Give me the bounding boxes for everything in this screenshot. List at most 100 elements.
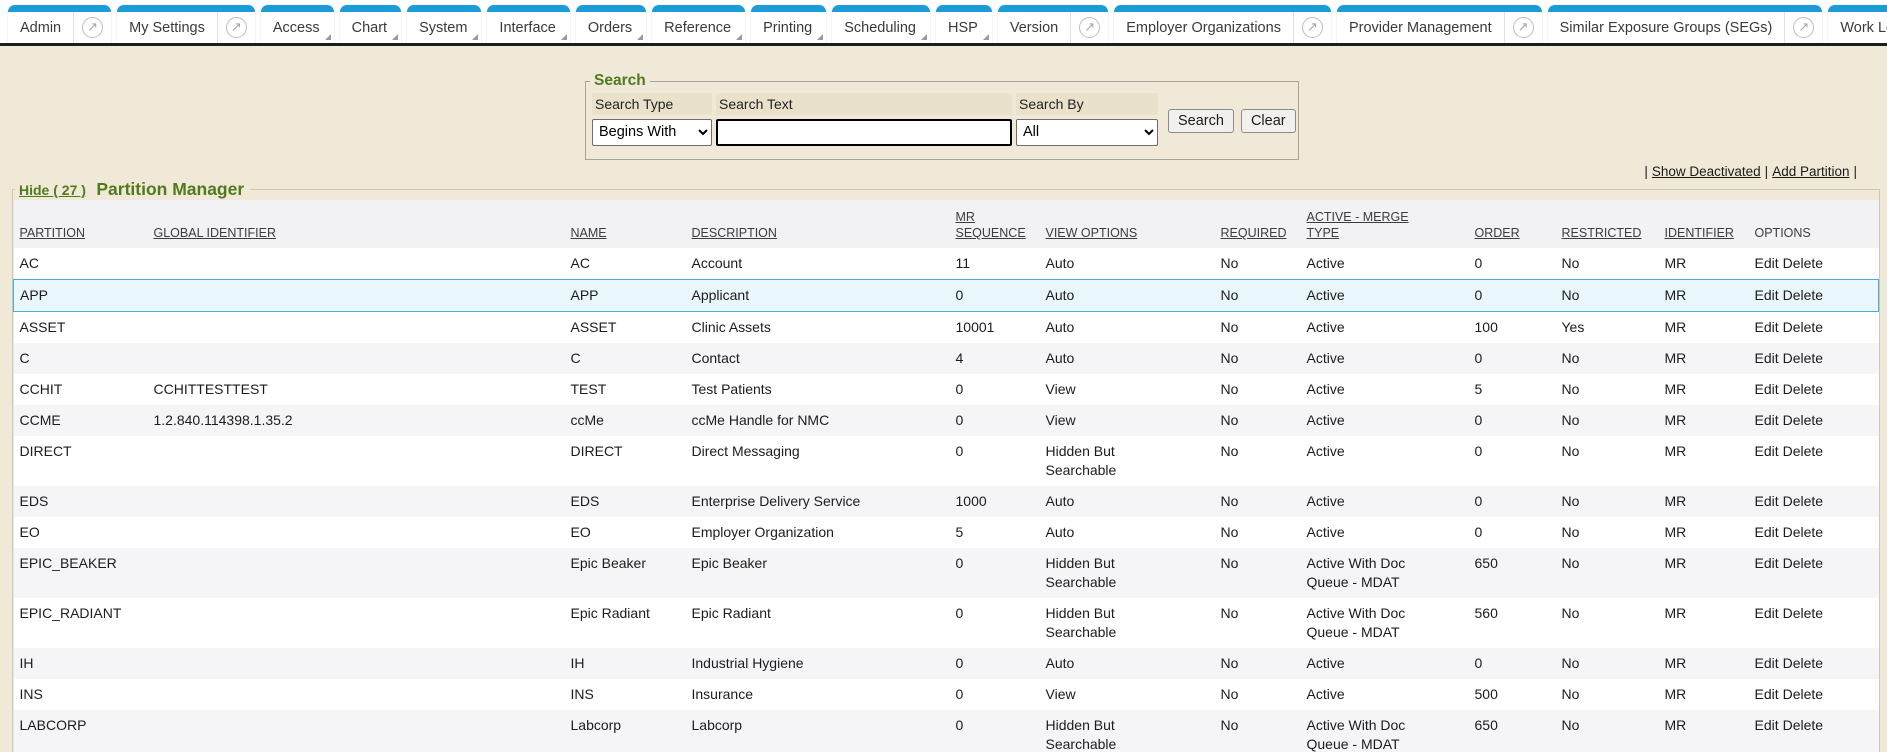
search-type-select[interactable]: Begins With bbox=[592, 119, 712, 146]
column-header-partition[interactable]: PARTITION bbox=[14, 200, 152, 248]
clear-button[interactable]: Clear bbox=[1241, 109, 1296, 133]
column-header-restricted[interactable]: RESTRICTED bbox=[1560, 200, 1663, 248]
column-header-global-identifier[interactable]: GLOBAL IDENTIFIER bbox=[152, 200, 569, 248]
open-popup-button[interactable]: ↗ bbox=[1784, 12, 1822, 43]
cell-partition: EPIC_BEAKER bbox=[14, 548, 152, 598]
table-row-ccme[interactable]: CCME1.2.840.114398.1.35.2ccMeccMe Handle… bbox=[14, 405, 1879, 436]
column-header-order[interactable]: ORDER bbox=[1473, 200, 1560, 248]
edit-link[interactable]: Edit bbox=[1755, 686, 1779, 702]
edit-link[interactable]: Edit bbox=[1755, 605, 1779, 621]
cell-text: No bbox=[1221, 605, 1239, 621]
cell-mr_sequence: 0 bbox=[954, 710, 1044, 752]
open-popup-button[interactable]: ↗ bbox=[217, 12, 255, 43]
tab-provider-management[interactable]: Provider Management↗ bbox=[1337, 5, 1542, 43]
table-row-direct[interactable]: DIRECTDIRECTDirect Messaging0Hidden But … bbox=[14, 436, 1879, 486]
edit-link[interactable]: Edit bbox=[1755, 381, 1779, 397]
search-by-select[interactable]: All bbox=[1016, 119, 1158, 146]
table-row-ih[interactable]: IHIHIndustrial Hygiene0AutoNoActive0NoMR… bbox=[14, 648, 1879, 679]
edit-link[interactable]: Edit bbox=[1755, 524, 1779, 540]
tab-printing[interactable]: Printing bbox=[751, 5, 826, 43]
cell-required: No bbox=[1219, 517, 1305, 548]
open-popup-button[interactable]: ↗ bbox=[1293, 12, 1331, 43]
tab-hsp[interactable]: HSP bbox=[936, 5, 992, 43]
column-header-active-merge-type[interactable]: ACTIVE - MERGE TYPE bbox=[1305, 200, 1473, 248]
tab-access[interactable]: Access bbox=[261, 5, 334, 43]
delete-link[interactable]: Delete bbox=[1783, 350, 1823, 366]
delete-link[interactable]: Delete bbox=[1783, 319, 1823, 335]
table-row-epic-radiant[interactable]: EPIC_RADIANTEpic RadiantEpic Radiant0Hid… bbox=[14, 598, 1879, 648]
delete-link[interactable]: Delete bbox=[1783, 717, 1823, 733]
cell-partition: EO bbox=[14, 517, 152, 548]
delete-link[interactable]: Delete bbox=[1783, 493, 1823, 509]
edit-link[interactable]: Edit bbox=[1755, 443, 1779, 459]
delete-link[interactable]: Delete bbox=[1783, 381, 1823, 397]
show-deactivated-link[interactable]: Show Deactivated bbox=[1652, 164, 1761, 179]
delete-link[interactable]: Delete bbox=[1783, 255, 1823, 271]
edit-link[interactable]: Edit bbox=[1755, 319, 1779, 335]
tab-admin[interactable]: Admin↗ bbox=[8, 5, 111, 43]
cell-text: MR bbox=[1665, 605, 1687, 621]
table-row-asset[interactable]: ASSETASSETClinic Assets10001AutoNoActive… bbox=[14, 312, 1879, 344]
table-row-labcorp[interactable]: LABCORPLabcorpLabcorp0Hidden But Searcha… bbox=[14, 710, 1879, 752]
tab-my-settings[interactable]: My Settings↗ bbox=[117, 5, 255, 43]
cell-text: Hidden But Searchable bbox=[1046, 716, 1151, 752]
open-popup-button[interactable]: ↗ bbox=[1504, 12, 1542, 43]
cell-text: MR bbox=[1665, 319, 1687, 335]
table-row-epic-beaker[interactable]: EPIC_BEAKEREpic BeakerEpic Beaker0Hidden… bbox=[14, 548, 1879, 598]
delete-link[interactable]: Delete bbox=[1783, 655, 1823, 671]
cell-text: 0 bbox=[1475, 287, 1483, 303]
delete-link[interactable]: Delete bbox=[1783, 524, 1823, 540]
delete-link[interactable]: Delete bbox=[1783, 412, 1823, 428]
edit-link[interactable]: Edit bbox=[1755, 350, 1779, 366]
search-text-input[interactable] bbox=[716, 119, 1012, 146]
edit-link[interactable]: Edit bbox=[1755, 412, 1779, 428]
cell-text: No bbox=[1221, 350, 1239, 366]
cell-mr_sequence: 0 bbox=[954, 405, 1044, 436]
edit-link[interactable]: Edit bbox=[1755, 287, 1779, 303]
edit-link[interactable]: Edit bbox=[1755, 655, 1779, 671]
column-header-identifier[interactable]: IDENTIFIER bbox=[1663, 200, 1753, 248]
tab-reference[interactable]: Reference bbox=[652, 5, 745, 43]
column-header-name[interactable]: NAME bbox=[569, 200, 690, 248]
search-button[interactable]: Search bbox=[1168, 109, 1234, 133]
open-popup-button[interactable]: ↗ bbox=[1070, 12, 1108, 43]
table-row-app[interactable]: APPAPPApplicant0AutoNoActive0NoMREditDel… bbox=[14, 280, 1879, 312]
delete-link[interactable]: Delete bbox=[1783, 443, 1823, 459]
open-popup-button[interactable]: ↗ bbox=[73, 12, 111, 43]
delete-link[interactable]: Delete bbox=[1783, 555, 1823, 571]
tab-version[interactable]: Version↗ bbox=[998, 5, 1108, 43]
tab-work-locations[interactable]: Work Locations↗ bbox=[1828, 5, 1887, 43]
delete-link[interactable]: Delete bbox=[1783, 605, 1823, 621]
table-row-eds[interactable]: EDSEDSEnterprise Delivery Service1000Aut… bbox=[14, 486, 1879, 517]
table-row-ac[interactable]: ACACAccount11AutoNoActive0NoMREditDelete bbox=[14, 248, 1879, 280]
table-row-ins[interactable]: INSINSInsurance0ViewNoActive500NoMREditD… bbox=[14, 679, 1879, 710]
column-header-description[interactable]: DESCRIPTION bbox=[690, 200, 954, 248]
tab-system[interactable]: System bbox=[407, 5, 481, 43]
cell-text: CCHITTESTTEST bbox=[154, 381, 268, 397]
edit-link[interactable]: Edit bbox=[1755, 555, 1779, 571]
cell-name: Epic Radiant bbox=[569, 598, 690, 648]
table-row-cchit[interactable]: CCHITCCHITTESTTESTTESTTest Patients0View… bbox=[14, 374, 1879, 405]
tab-employer-organizations[interactable]: Employer Organizations↗ bbox=[1114, 5, 1331, 43]
delete-link[interactable]: Delete bbox=[1783, 287, 1823, 303]
table-row-c[interactable]: CCContact4AutoNoActive0NoMREditDelete bbox=[14, 343, 1879, 374]
tab-orders[interactable]: Orders bbox=[576, 5, 646, 43]
column-header-required[interactable]: REQUIRED bbox=[1219, 200, 1305, 248]
tab-interface[interactable]: Interface bbox=[487, 5, 569, 43]
column-header-mr-sequence[interactable]: MR SEQUENCE bbox=[954, 200, 1044, 248]
edit-link[interactable]: Edit bbox=[1755, 717, 1779, 733]
cell-restricted: No bbox=[1560, 374, 1663, 405]
delete-link[interactable]: Delete bbox=[1783, 686, 1823, 702]
tab-scheduling[interactable]: Scheduling bbox=[832, 5, 930, 43]
tab-chart[interactable]: Chart bbox=[340, 5, 401, 43]
cell-active_merge_type: Active bbox=[1305, 486, 1473, 517]
edit-link[interactable]: Edit bbox=[1755, 493, 1779, 509]
edit-link[interactable]: Edit bbox=[1755, 255, 1779, 271]
table-row-eo[interactable]: EOEOEmployer Organization5AutoNoActive0N… bbox=[14, 517, 1879, 548]
hide-count-link[interactable]: Hide ( 27 ) bbox=[19, 182, 86, 198]
column-header-view-options[interactable]: VIEW OPTIONS bbox=[1044, 200, 1219, 248]
cell-description: ccMe Handle for NMC bbox=[690, 405, 954, 436]
cell-text: EDS bbox=[20, 493, 49, 509]
add-partition-link[interactable]: Add Partition bbox=[1772, 164, 1849, 179]
tab-similar-exposure-groups-segs[interactable]: Similar Exposure Groups (SEGs)↗ bbox=[1548, 5, 1823, 43]
